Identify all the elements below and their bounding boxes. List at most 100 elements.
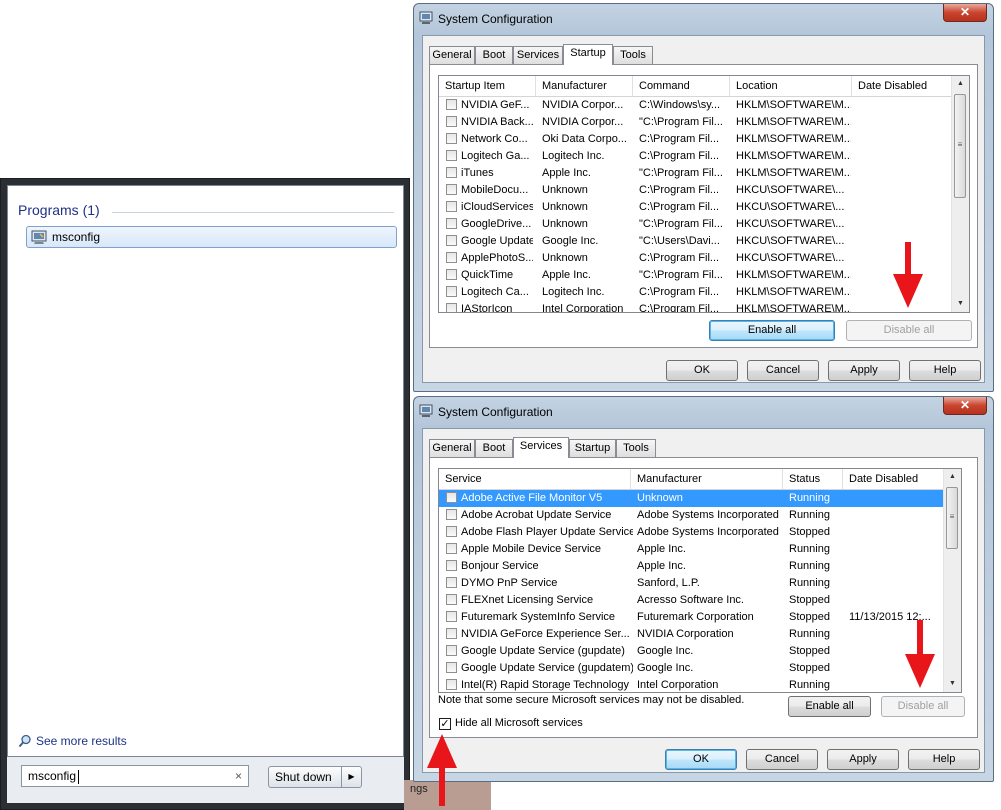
- help-button[interactable]: Help: [908, 749, 980, 770]
- enable-all-button[interactable]: Enable all: [788, 696, 871, 717]
- startup-item-checkbox[interactable]: [446, 235, 457, 246]
- table-row[interactable]: Adobe Acrobat Update Service Adobe System…: [439, 507, 944, 524]
- table-row[interactable]: Google Update Google Inc. "C:\Users\Davi..…: [439, 233, 952, 250]
- column-header-startup-item[interactable]: Startup Item: [439, 76, 536, 96]
- table-row[interactable]: Logitech Ca... Logitech Inc. C:\Program Fi…: [439, 284, 952, 301]
- shut-down-options-arrow-icon[interactable]: ▶: [341, 767, 361, 787]
- scroll-down-arrow-icon[interactable]: ▼: [952, 296, 969, 312]
- see-more-results-link[interactable]: See more results: [18, 734, 127, 748]
- cancel-button[interactable]: Cancel: [747, 360, 819, 381]
- table-row[interactable]: iCloudServices Unknown C:\Program Fil... HK…: [439, 199, 952, 216]
- table-row[interactable]: MobileDocu... Unknown C:\Program Fil... HKC…: [439, 182, 952, 199]
- startup-item-checkbox[interactable]: [446, 133, 457, 144]
- startup-item-checkbox[interactable]: [446, 218, 457, 229]
- service-checkbox[interactable]: [446, 645, 457, 656]
- startup-item-checkbox[interactable]: [446, 303, 457, 312]
- startup-item-checkbox[interactable]: [446, 252, 457, 263]
- tab-boot[interactable]: Boot: [475, 46, 513, 64]
- services-list[interactable]: Service Manufacturer Status Date Disable…: [438, 468, 962, 693]
- service-checkbox[interactable]: [446, 662, 457, 673]
- tab-services[interactable]: Services: [513, 437, 569, 458]
- startup-item-checkbox[interactable]: [446, 150, 457, 161]
- hide-microsoft-services-checkbox[interactable]: ✓: [439, 718, 451, 730]
- tab-startup[interactable]: Startup: [569, 439, 616, 457]
- ok-button[interactable]: OK: [665, 749, 737, 770]
- table-row[interactable]: ApplePhotoS... Unknown C:\Program Fil... HK…: [439, 250, 952, 267]
- table-row[interactable]: Logitech Ga... Logitech Inc. C:\Program Fi…: [439, 148, 952, 165]
- scroll-up-arrow-icon[interactable]: ▲: [944, 469, 961, 485]
- table-row[interactable]: Adobe Flash Player Update Service Adobe S…: [439, 524, 944, 541]
- tab-boot[interactable]: Boot: [475, 439, 513, 457]
- table-row[interactable]: NVIDIA Back... NVIDIA Corpor... "C:\Progra…: [439, 114, 952, 131]
- start-search-input[interactable]: msconfig ×: [21, 765, 249, 787]
- table-row[interactable]: NVIDIA GeF... NVIDIA Corpor... C:\Windows\…: [439, 97, 952, 114]
- service-checkbox[interactable]: [446, 560, 457, 571]
- cancel-button[interactable]: Cancel: [746, 749, 818, 770]
- startup-list-scrollbar[interactable]: ▲ ≡ ▼: [951, 76, 969, 312]
- table-row[interactable]: Google Update Service (gupdatem) Google I…: [439, 660, 944, 677]
- ok-button[interactable]: OK: [666, 360, 738, 381]
- column-header-service[interactable]: Service: [439, 469, 631, 489]
- hide-microsoft-services-label[interactable]: Hide all Microsoft services: [455, 717, 583, 729]
- table-row[interactable]: GoogleDrive... Unknown "C:\Program Fil... H…: [439, 216, 952, 233]
- scroll-up-arrow-icon[interactable]: ▲: [952, 76, 969, 92]
- clear-search-icon[interactable]: ×: [235, 769, 242, 783]
- tab-services[interactable]: Services: [513, 46, 563, 64]
- table-row[interactable]: QuickTime Apple Inc. "C:\Program Fil... HKL…: [439, 267, 952, 284]
- disable-all-button[interactable]: Disable all: [881, 696, 965, 717]
- column-header-status[interactable]: Status: [783, 469, 843, 489]
- scrollbar-thumb[interactable]: ≡: [954, 94, 966, 198]
- service-checkbox[interactable]: [446, 492, 457, 503]
- column-header-date-disabled[interactable]: Date Disabled: [852, 76, 954, 96]
- table-row[interactable]: Intel(R) Rapid Storage Technology Intel C…: [439, 677, 944, 692]
- startup-item-checkbox[interactable]: [446, 269, 457, 280]
- service-checkbox[interactable]: [446, 577, 457, 588]
- table-row[interactable]: Adobe Active File Monitor V5 Unknown Runni…: [439, 490, 944, 507]
- help-button[interactable]: Help: [909, 360, 981, 381]
- table-row[interactable]: Futuremark SystemInfo Service Futuremark …: [439, 609, 944, 626]
- close-button[interactable]: ✕: [943, 4, 987, 22]
- table-row[interactable]: iTunes Apple Inc. "C:\Program Fil... HKLM\S…: [439, 165, 952, 182]
- enable-all-button[interactable]: Enable all: [709, 320, 835, 341]
- service-checkbox[interactable]: [446, 543, 457, 554]
- startup-item-checkbox[interactable]: [446, 201, 457, 212]
- column-header-manufacturer[interactable]: Manufacturer: [631, 469, 783, 489]
- column-header-manufacturer[interactable]: Manufacturer: [536, 76, 633, 96]
- table-row[interactable]: Apple Mobile Device Service Apple Inc. Run…: [439, 541, 944, 558]
- shut-down-button[interactable]: Shut down ▶: [268, 766, 362, 788]
- disable-all-button[interactable]: Disable all: [846, 320, 972, 341]
- table-row[interactable]: FLEXnet Licensing Service Acresso Softwar…: [439, 592, 944, 609]
- column-header-date-disabled[interactable]: Date Disabled: [843, 469, 946, 489]
- table-row[interactable]: Bonjour Service Apple Inc. Running: [439, 558, 944, 575]
- service-checkbox[interactable]: [446, 594, 457, 605]
- service-checkbox[interactable]: [446, 679, 457, 690]
- column-header-location[interactable]: Location: [730, 76, 852, 96]
- scrollbar-thumb[interactable]: ≡: [946, 487, 958, 549]
- service-checkbox[interactable]: [446, 611, 457, 622]
- column-header-command[interactable]: Command: [633, 76, 730, 96]
- service-checkbox[interactable]: [446, 526, 457, 537]
- apply-button[interactable]: Apply: [827, 749, 899, 770]
- service-checkbox[interactable]: [446, 628, 457, 639]
- tab-tools[interactable]: Tools: [616, 439, 656, 457]
- table-row[interactable]: IAStorIcon Intel Corporation C:\Program Fi…: [439, 301, 952, 312]
- startup-item-checkbox[interactable]: [446, 184, 457, 195]
- startup-item-checkbox[interactable]: [446, 99, 457, 110]
- table-row[interactable]: NVIDIA GeForce Experience Ser... NVIDIA C…: [439, 626, 944, 643]
- table-row[interactable]: Google Update Service (gupdate) Google In…: [439, 643, 944, 660]
- close-button[interactable]: ✕: [943, 397, 987, 415]
- msconfig-search-result[interactable]: msconfig: [26, 226, 397, 248]
- startup-item-checkbox[interactable]: [446, 167, 457, 178]
- startup-items-list[interactable]: Startup Item Manufacturer Command Locati…: [438, 75, 970, 313]
- service-checkbox[interactable]: [446, 509, 457, 520]
- tab-general[interactable]: General: [429, 46, 475, 64]
- tab-general[interactable]: General: [429, 439, 475, 457]
- table-row[interactable]: Network Co... Oki Data Corpo... C:\Program…: [439, 131, 952, 148]
- startup-item-checkbox[interactable]: [446, 286, 457, 297]
- table-row[interactable]: DYMO PnP Service Sanford, L.P. Running: [439, 575, 944, 592]
- startup-item-checkbox[interactable]: [446, 116, 457, 127]
- services-list-scrollbar[interactable]: ▲ ≡ ▼: [943, 469, 961, 692]
- apply-button[interactable]: Apply: [828, 360, 900, 381]
- scroll-down-arrow-icon[interactable]: ▼: [944, 676, 961, 692]
- tab-tools[interactable]: Tools: [613, 46, 653, 64]
